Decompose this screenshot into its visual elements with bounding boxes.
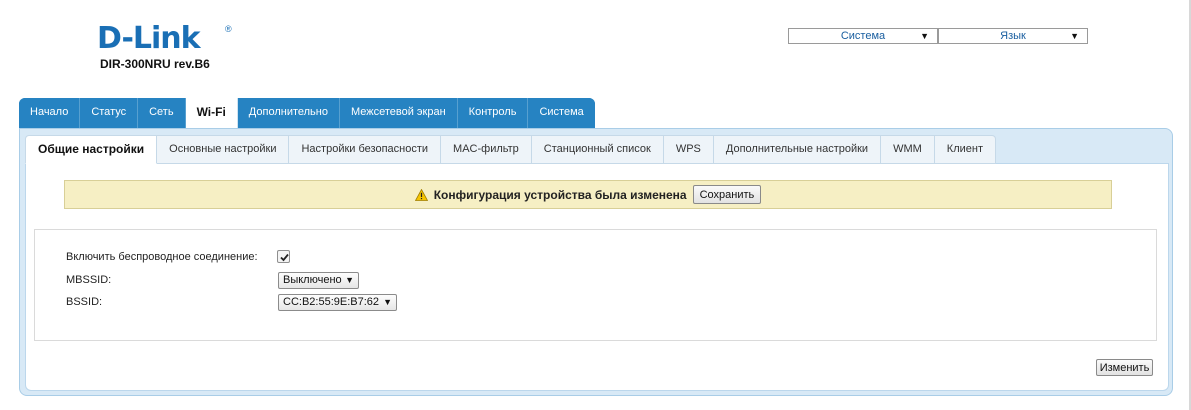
subtab-wps[interactable]: WPS (663, 135, 714, 164)
chevron-down-icon: ▼ (345, 275, 354, 285)
tab-system[interactable]: Система (528, 98, 595, 128)
tab-network[interactable]: Сеть (138, 98, 186, 128)
tab-control[interactable]: Контроль (457, 98, 529, 128)
subtab-basic[interactable]: Основные настройки (157, 135, 290, 164)
chevron-down-icon: ▼ (1070, 31, 1079, 41)
language-menu-select[interactable]: Язык ▼ (938, 28, 1088, 44)
sub-navigation: Общие настройки Основные настройки Настр… (25, 135, 996, 164)
language-menu-label: Язык (1000, 30, 1026, 42)
chevron-down-icon: ▼ (383, 297, 392, 307)
tab-firewall[interactable]: Межсетевой экран (339, 98, 458, 128)
bssid-label: BSSID: (66, 296, 103, 308)
bssid-value: CC:B2:55:9E:B7:62 (283, 296, 380, 308)
mbssid-label: MBSSID: (66, 274, 112, 286)
tab-wifi[interactable]: Wi-Fi (185, 98, 238, 128)
config-changed-notice: Конфигурация устройства была изменена Со… (64, 180, 1112, 209)
notice-message: Конфигурация устройства была изменена (433, 187, 687, 202)
tab-home[interactable]: Начало (19, 98, 81, 128)
subtab-mac-filter[interactable]: MAC-фильтр (441, 135, 532, 164)
subtab-wmm[interactable]: WMM (881, 135, 935, 164)
save-button[interactable]: Сохранить (692, 185, 762, 204)
subtab-security[interactable]: Настройки безопасности (289, 135, 442, 164)
subtab-client[interactable]: Клиент (934, 135, 996, 164)
change-button[interactable]: Изменить (1096, 359, 1153, 376)
subtab-station-list[interactable]: Станционный список (531, 135, 664, 164)
mbssid-value: Выключено (283, 274, 342, 286)
enable-wireless-checkbox[interactable] (277, 250, 290, 263)
checkmark-icon (280, 253, 289, 262)
main-navigation: Начало Статус Сеть Wi-Fi Дополнительно М… (19, 98, 595, 128)
mbssid-select[interactable]: Выключено ▼ (278, 272, 359, 289)
system-menu-select[interactable]: Система ▼ (788, 28, 938, 44)
subtab-general[interactable]: Общие настройки (25, 135, 158, 164)
subtab-additional[interactable]: Дополнительные настройки (713, 135, 882, 164)
registered-icon: ® (225, 24, 232, 34)
bssid-select[interactable]: CC:B2:55:9E:B7:62 ▼ (278, 294, 397, 311)
tab-advanced[interactable]: Дополнительно (237, 98, 340, 128)
chevron-down-icon: ▼ (920, 31, 929, 41)
dlink-logo: D-Link ® (97, 21, 232, 56)
system-menu-label: Система (840, 30, 886, 42)
tab-status[interactable]: Статус (80, 98, 139, 128)
enable-wireless-label: Включить беспроводное соединение: (66, 251, 258, 263)
warning-icon (414, 188, 428, 201)
settings-form (34, 229, 1157, 341)
logo-text: D-Link (97, 21, 201, 56)
device-model: DIR-300NRU rev.B6 (100, 57, 210, 71)
